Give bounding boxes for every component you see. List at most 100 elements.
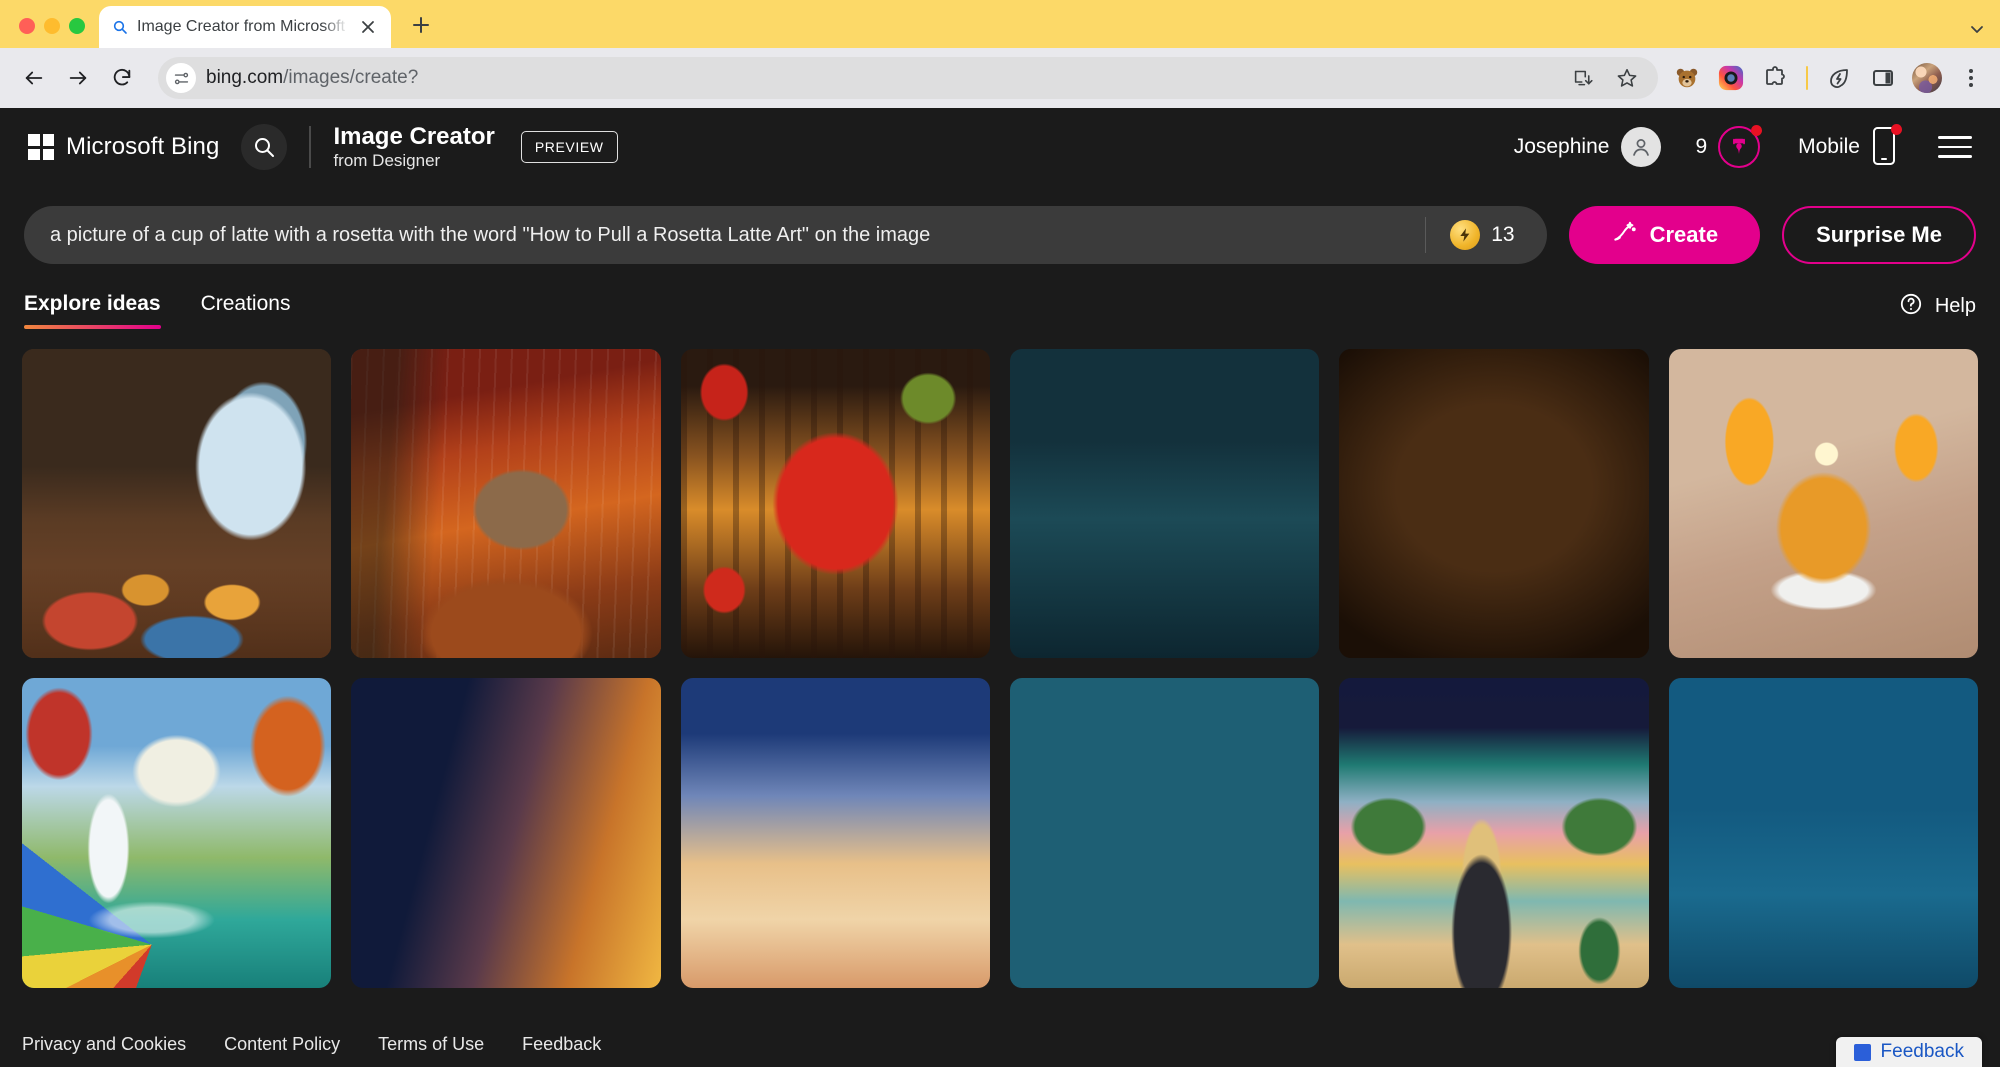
hamburger-menu-icon[interactable] (1938, 136, 1972, 158)
help-label: Help (1934, 295, 1976, 317)
brand-name: Microsoft Bing (66, 133, 220, 160)
gallery-card[interactable] (1339, 678, 1649, 988)
magic-wand-icon (1611, 219, 1637, 251)
mobile-link[interactable]: Mobile (1798, 124, 1902, 168)
minimize-window-button[interactable] (44, 18, 60, 34)
tab-strip: Image Creator from Microsoft (0, 0, 2000, 48)
leaf-extension-icon[interactable] (1824, 63, 1854, 93)
tab-creations[interactable]: Creations (201, 292, 291, 329)
bing-image-creator-page: Microsoft Bing Image Creator from Design… (0, 108, 2000, 1067)
window-controls (0, 18, 99, 48)
browser-chrome: Image Creator from Microsoft bing.com/im… (0, 0, 2000, 108)
search-icon (111, 19, 128, 36)
gallery-image (1339, 349, 1649, 659)
user-account[interactable]: Josephine (1514, 127, 1662, 167)
boost-coin-icon (1450, 220, 1481, 250)
gallery-card[interactable] (22, 678, 332, 988)
boost-counter[interactable]: 13 (1425, 217, 1540, 253)
avatar[interactable] (1621, 127, 1662, 167)
gallery-card[interactable] (22, 349, 332, 659)
bear-extension-icon[interactable] (1672, 63, 1702, 93)
gallery-image (351, 678, 661, 988)
gallery-image (1010, 349, 1320, 659)
site-info-icon[interactable] (166, 63, 196, 93)
app-title-block: Image Creator from Designer (333, 124, 494, 169)
gallery-card[interactable] (680, 678, 990, 988)
url-text: bing.com/images/create? (206, 67, 418, 89)
user-name: Josephine (1513, 135, 1610, 158)
gallery-image (680, 349, 990, 659)
maximize-window-button[interactable] (69, 18, 85, 34)
question-circle-icon (1899, 292, 1923, 321)
gallery-image (1010, 678, 1320, 988)
profile-avatar[interactable] (1912, 63, 1942, 93)
feedback-widget[interactable]: Feedback (1835, 1037, 1982, 1067)
tabstrip-overflow[interactable] (1968, 20, 2000, 48)
help-link[interactable]: Help (1899, 292, 1976, 329)
extension-icons (1672, 63, 1986, 93)
footer-link-content-policy[interactable]: Content Policy (224, 1034, 340, 1055)
tab-explore-ideas[interactable]: Explore ideas (24, 292, 161, 329)
page-footer: Privacy and Cookies Content Policy Terms… (0, 1021, 2000, 1067)
puzzle-extensions-icon[interactable] (1760, 63, 1790, 93)
notification-dot (1891, 124, 1902, 135)
toolbar-divider (1806, 66, 1808, 90)
gallery-image (1668, 678, 1978, 988)
footer-link-feedback[interactable]: Feedback (522, 1034, 601, 1055)
new-tab-button[interactable] (401, 5, 441, 45)
address-bar[interactable]: bing.com/images/create? (158, 57, 1658, 99)
feedback-widget-label: Feedback (1880, 1041, 1964, 1062)
prompt-row: a picture of a cup of latte with a roset… (0, 206, 2000, 264)
site-header: Microsoft Bing Image Creator from Design… (0, 108, 2000, 186)
rewards-widget[interactable]: 9 (1695, 125, 1763, 168)
content-tabs: Explore ideas Creations (24, 292, 290, 329)
gallery-card[interactable] (1668, 678, 1978, 988)
gallery-image (22, 349, 332, 659)
preview-badge: PREVIEW (520, 131, 618, 163)
gallery-card[interactable] (351, 678, 661, 988)
gallery-card[interactable] (1010, 678, 1320, 988)
rewards-count: 9 (1695, 135, 1708, 158)
surprise-me-button[interactable]: Surprise Me (1782, 206, 1976, 264)
url-host: bing.com (206, 67, 284, 88)
microsoft-bing-logo[interactable]: Microsoft Bing (28, 133, 219, 161)
gallery-card[interactable] (680, 349, 990, 659)
camera-circle-extension-icon[interactable] (1716, 63, 1746, 93)
prompt-input-container[interactable]: a picture of a cup of latte with a roset… (24, 206, 1547, 264)
create-button-label: Create (1649, 222, 1719, 247)
create-button[interactable]: Create (1568, 206, 1761, 264)
boost-count: 13 (1491, 223, 1515, 246)
gallery-image (1668, 349, 1978, 659)
gallery-card[interactable] (351, 349, 661, 659)
install-app-icon[interactable] (1568, 63, 1598, 93)
gallery-card[interactable] (1010, 349, 1320, 659)
reload-icon[interactable] (102, 58, 142, 98)
prompt-input[interactable]: a picture of a cup of latte with a roset… (50, 224, 1415, 247)
gallery-image (22, 678, 332, 988)
close-tab-button[interactable] (357, 16, 379, 38)
header-divider (309, 126, 312, 168)
url-path: /images/create? (283, 67, 419, 88)
microsoft-grid-icon (28, 134, 54, 160)
page-subtitle: from Designer (333, 150, 441, 170)
header-right: Josephine 9 Mobile (1514, 124, 1972, 168)
bookmark-star-icon[interactable] (1612, 63, 1642, 93)
close-window-button[interactable] (19, 18, 35, 34)
forward-arrow-icon[interactable] (58, 58, 98, 98)
gallery-image (351, 349, 661, 659)
feedback-icon (1853, 1043, 1871, 1061)
browser-tab[interactable]: Image Creator from Microsoft (99, 6, 391, 48)
back-arrow-icon[interactable] (14, 58, 54, 98)
gallery-image (1339, 678, 1649, 988)
gallery-card[interactable] (1668, 349, 1978, 659)
side-panel-icon[interactable] (1868, 63, 1898, 93)
idea-gallery (0, 349, 2000, 988)
footer-link-privacy[interactable]: Privacy and Cookies (22, 1034, 186, 1055)
gallery-card[interactable] (1339, 349, 1649, 659)
notification-dot (1751, 125, 1763, 136)
browser-tab-title: Image Creator from Microsoft (137, 18, 346, 35)
search-icon[interactable] (241, 124, 288, 170)
chrome-menu-icon[interactable] (1956, 63, 1986, 93)
rewards-medal-icon[interactable] (1718, 125, 1763, 168)
footer-link-terms[interactable]: Terms of Use (378, 1034, 484, 1055)
